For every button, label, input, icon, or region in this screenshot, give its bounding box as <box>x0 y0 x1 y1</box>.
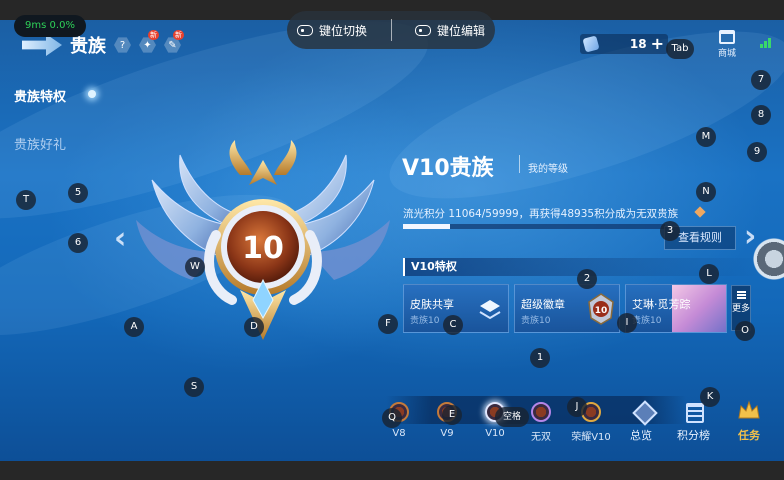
tasks-button[interactable] <box>736 398 762 424</box>
keymap-switch-label: 键位切换 <box>319 23 368 38</box>
key-hint-q: Q <box>382 408 402 428</box>
key-hint-m: M <box>696 127 716 147</box>
rank-emblem: 10 <box>136 140 390 340</box>
leaderboard-button[interactable] <box>684 402 706 424</box>
key-hint-l: L <box>699 264 719 284</box>
keymap-edit-label: 键位编辑 <box>436 23 485 38</box>
shop-button[interactable]: 商城 <box>712 30 742 59</box>
new-badge: 新 <box>173 29 184 40</box>
tasks-crown-icon <box>738 400 760 419</box>
tier-label: V10 <box>485 428 505 439</box>
divider <box>519 155 520 173</box>
shop-icon <box>719 30 735 44</box>
emblem-number: 10 <box>242 231 284 266</box>
active-indicator <box>88 90 96 98</box>
privilege-card-skin[interactable]: 艾琳·觅芳踪 贵族10 <box>625 284 727 333</box>
tier-label: 无双 <box>531 432 551 443</box>
key-hint-o: O <box>735 321 755 341</box>
points-progress-fill <box>403 224 451 229</box>
back-button[interactable] <box>22 34 62 56</box>
key-hint-e: E <box>442 405 462 425</box>
key-hint-f: F <box>378 314 398 334</box>
currency-display: 18 + <box>580 34 668 54</box>
signal-icon <box>760 36 774 48</box>
key-hint-space: 空格 <box>495 407 529 427</box>
key-hint-tab: Tab <box>666 39 694 59</box>
card-subtitle: 贵族10 <box>521 316 551 326</box>
divider <box>390 19 392 41</box>
key-hint-6: 6 <box>68 233 88 253</box>
card-subtitle: 贵族10 <box>410 316 440 326</box>
card-title: 皮肤共享 <box>410 298 454 311</box>
overview-icon <box>632 400 658 426</box>
key-hint-1: 1 <box>530 348 550 368</box>
tier-3[interactable] <box>530 402 552 424</box>
key-hint-3: 3 <box>660 221 680 241</box>
tier-label: V9 <box>440 428 454 439</box>
key-hint-7: 7 <box>751 70 771 90</box>
key-hint-j: J <box>567 397 587 417</box>
leaderboard-icon <box>686 403 704 423</box>
key-hint-9: 9 <box>747 142 767 162</box>
keymap-edit-button[interactable]: 键位编辑 <box>414 22 485 39</box>
key-hint-s: S <box>184 377 204 397</box>
privilege-card-super-badge[interactable]: 超级徽章 贵族10 10 <box>514 284 620 333</box>
key-hint-a: A <box>124 317 144 337</box>
tasks-label: 任务 <box>738 429 760 442</box>
keymap-toolbar: 键位切换 键位编辑 <box>287 11 495 49</box>
leaderboard-label: 积分榜 <box>677 429 710 442</box>
points-text: 流光积分 11064/59999，再获得48935积分成为无双贵族 <box>403 208 679 220</box>
system-bottom-bar <box>0 461 784 480</box>
skin-share-icon <box>479 300 501 320</box>
share-button[interactable]: ✎ 新 <box>164 29 184 54</box>
key-hint-i: I <box>617 313 637 333</box>
key-hint-d: D <box>244 317 264 337</box>
key-hint-k: K <box>700 387 720 407</box>
overview-button[interactable] <box>632 400 658 426</box>
add-currency-button[interactable]: + <box>651 36 664 52</box>
help-icon[interactable]: ? <box>114 37 131 53</box>
gamepad-icon <box>414 24 431 36</box>
key-hint-c: C <box>443 315 463 335</box>
rank-subtitle: 我的等级 <box>528 164 568 175</box>
performance-overlay: 9ms 0.0% <box>14 15 86 37</box>
tier-label: 荣耀V10 <box>571 432 611 443</box>
tier-label: V8 <box>392 428 406 439</box>
tier-badge-icon <box>531 402 551 422</box>
prev-arrow-icon[interactable]: ‹ <box>114 224 126 254</box>
badge-number: 10 <box>595 306 608 316</box>
sidebar-item-gifts[interactable]: 贵族好礼 <box>14 134 66 153</box>
key-hint-n: N <box>696 182 716 202</box>
key-hint-w: W <box>185 257 205 277</box>
gamepad-icon <box>297 24 313 36</box>
key-hint-t: T <box>16 190 36 210</box>
key-hint-5: 5 <box>68 183 88 203</box>
new-badge: 新 <box>148 29 159 40</box>
menu-icon <box>737 291 746 299</box>
overview-label: 总览 <box>630 429 652 442</box>
more-label: 更多 <box>732 304 751 314</box>
settings-button[interactable]: ✦ 新 <box>139 29 159 54</box>
sidebar-item-privileges[interactable]: 贵族特权 <box>14 86 66 105</box>
key-hint-8: 8 <box>751 105 771 125</box>
card-title: 超级徽章 <box>521 298 565 311</box>
shop-label: 商城 <box>717 49 736 59</box>
points-progress-bar <box>403 224 665 229</box>
currency-value: 18 <box>629 37 647 51</box>
keymap-switch-button[interactable]: 键位切换 <box>297 22 367 39</box>
rank-title: V10贵族 <box>402 156 494 181</box>
key-hint-2: 2 <box>577 269 597 289</box>
coupon-icon <box>582 35 600 53</box>
badge-icon: 10 <box>588 293 614 325</box>
card-title: 艾琳·觅芳踪 <box>632 298 691 311</box>
